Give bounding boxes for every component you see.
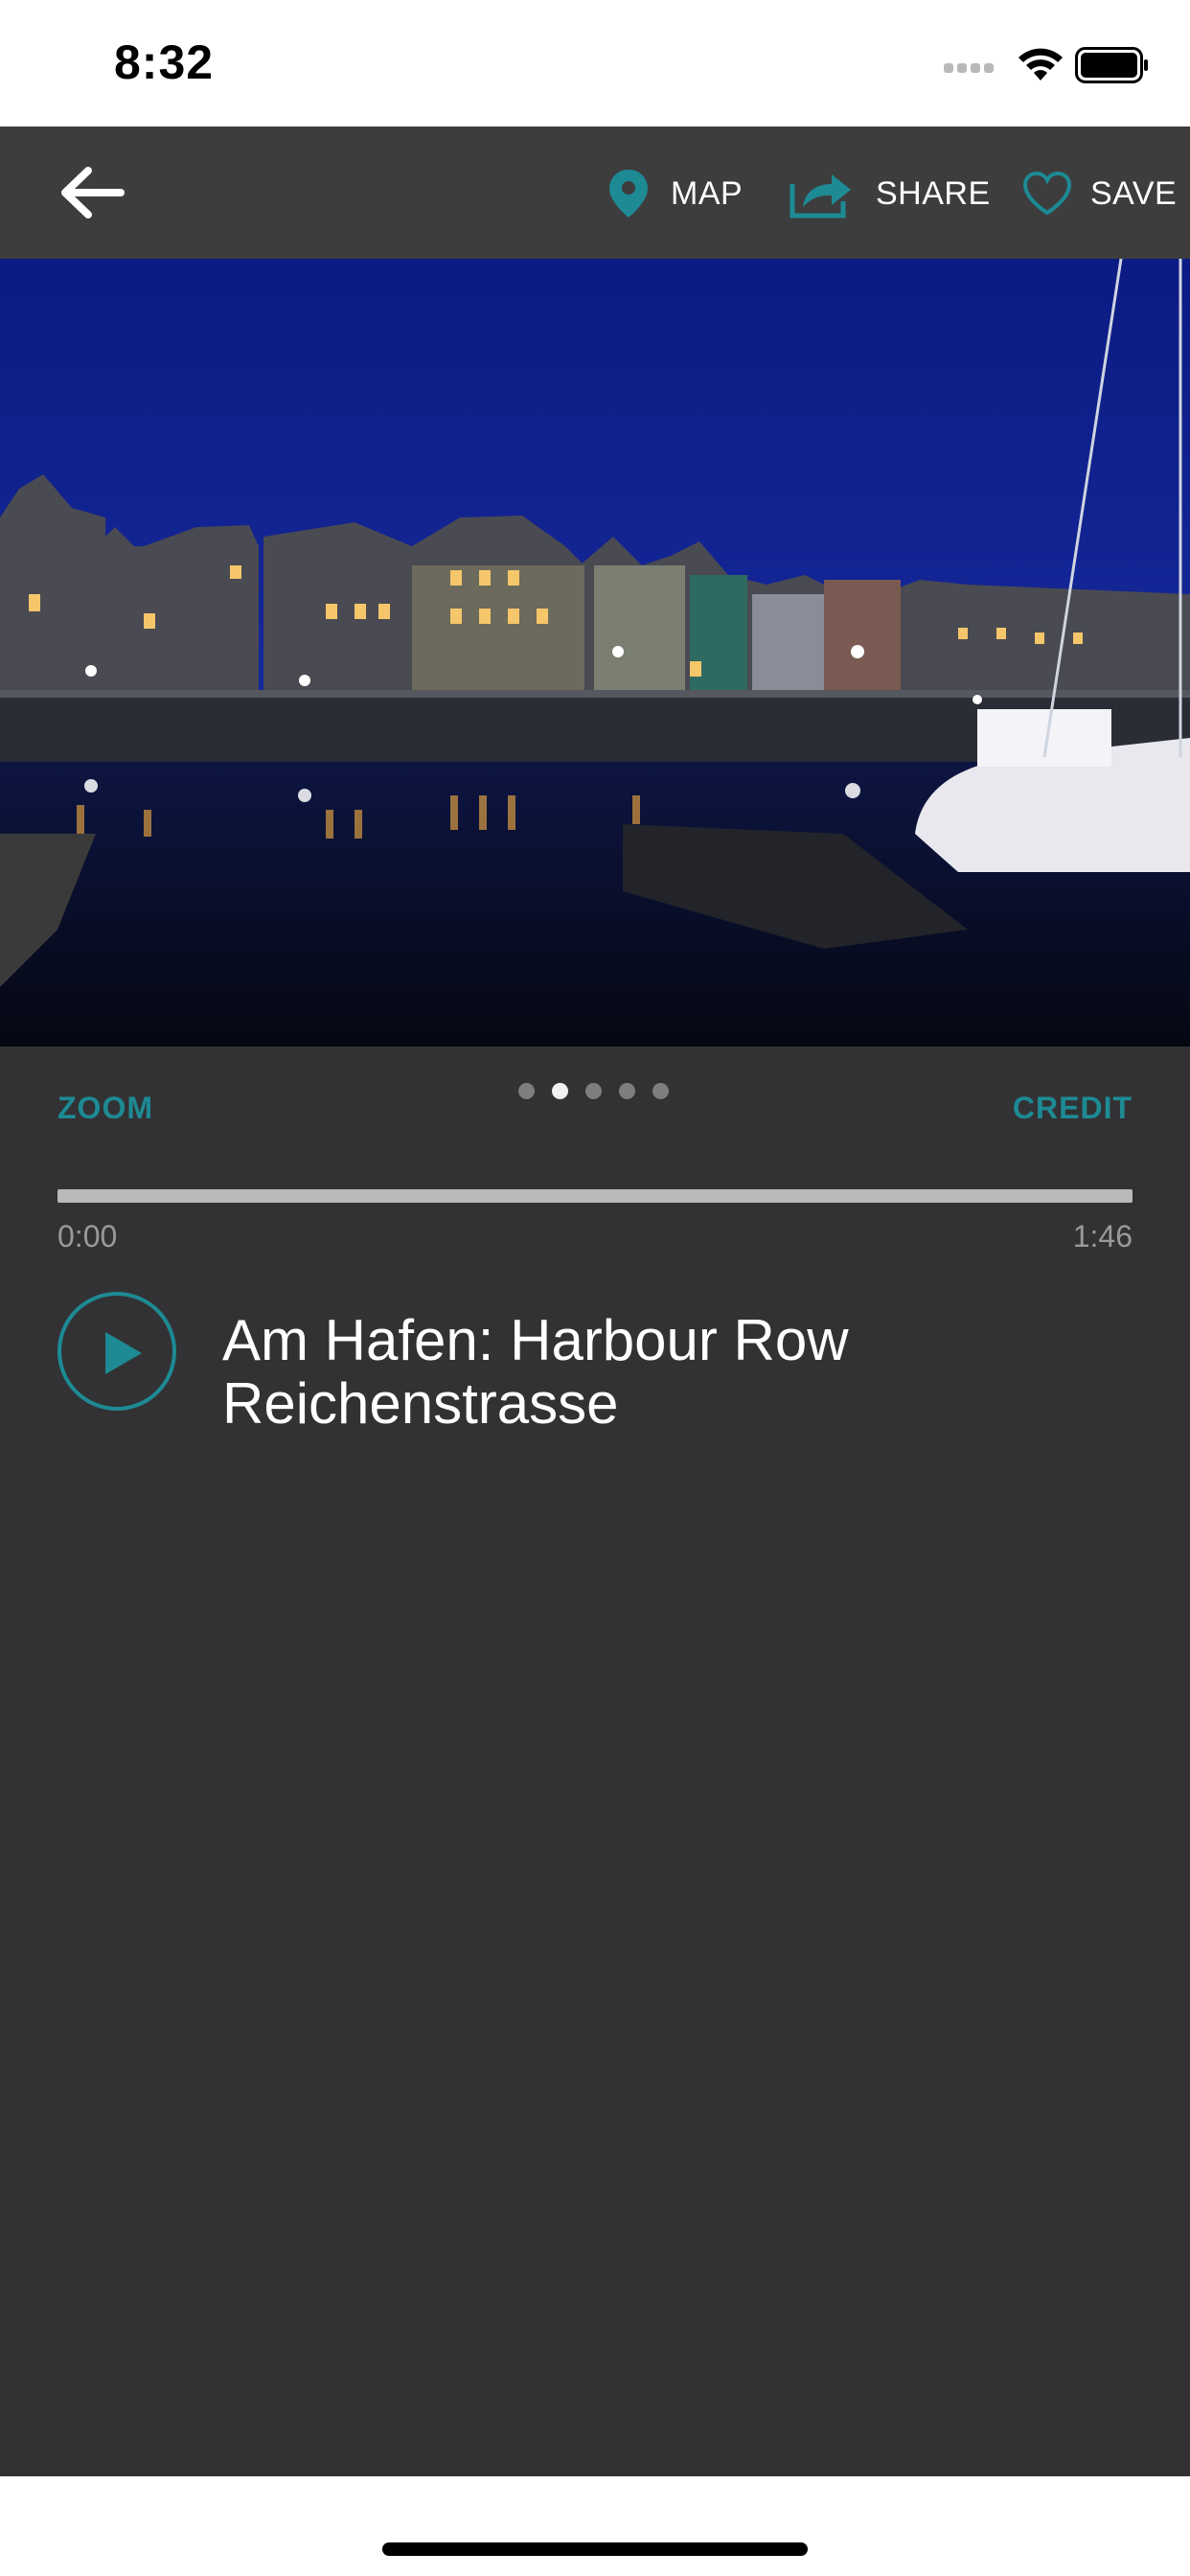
map-label: MAP xyxy=(671,174,744,212)
app-bar: MAP SHARE SAVE xyxy=(0,126,1190,259)
map-pin-icon xyxy=(609,170,648,218)
pager-dot[interactable] xyxy=(619,1083,635,1099)
home-indicator-area xyxy=(0,2476,1190,2576)
pager-dot[interactable] xyxy=(652,1083,669,1099)
harbour-night-photo xyxy=(0,259,1190,1046)
save-button[interactable]: SAVE xyxy=(1021,165,1177,222)
elapsed-time: 0:00 xyxy=(57,1219,118,1254)
pager-dot[interactable] xyxy=(518,1083,535,1099)
share-label: SHARE xyxy=(876,174,991,212)
pager-dot-active[interactable] xyxy=(552,1083,568,1099)
hero-image[interactable] xyxy=(0,259,1190,1046)
arrow-left-icon xyxy=(61,167,125,218)
status-time: 8:32 xyxy=(114,35,215,89)
battery-icon xyxy=(1075,47,1148,83)
map-button[interactable]: MAP xyxy=(607,165,743,222)
image-pager[interactable] xyxy=(518,1083,669,1102)
home-indicator[interactable] xyxy=(382,2542,808,2556)
duration-time: 1:46 xyxy=(1072,1219,1133,1254)
zoom-button[interactable]: ZOOM xyxy=(57,1091,153,1126)
cellular-signal-icon xyxy=(944,63,1001,75)
play-icon xyxy=(105,1332,142,1374)
save-label: SAVE xyxy=(1090,174,1178,212)
back-button[interactable] xyxy=(57,163,126,222)
share-button[interactable]: SHARE xyxy=(790,165,991,222)
status-bar: 8:32 xyxy=(0,0,1190,126)
track-title: Am Hafen: Harbour Row Reichenstrasse xyxy=(222,1308,849,1436)
share-icon xyxy=(790,174,851,218)
content-panel: ZOOM CREDIT 0:00 1:46 Am Hafen: Harbour … xyxy=(0,1046,1190,2476)
play-button[interactable] xyxy=(57,1292,176,1411)
credit-button[interactable]: CREDIT xyxy=(1013,1091,1133,1126)
wifi-icon xyxy=(1018,48,1063,80)
pager-dot[interactable] xyxy=(585,1083,602,1099)
heart-icon xyxy=(1022,171,1072,216)
audio-progress-bar[interactable] xyxy=(57,1189,1133,1203)
